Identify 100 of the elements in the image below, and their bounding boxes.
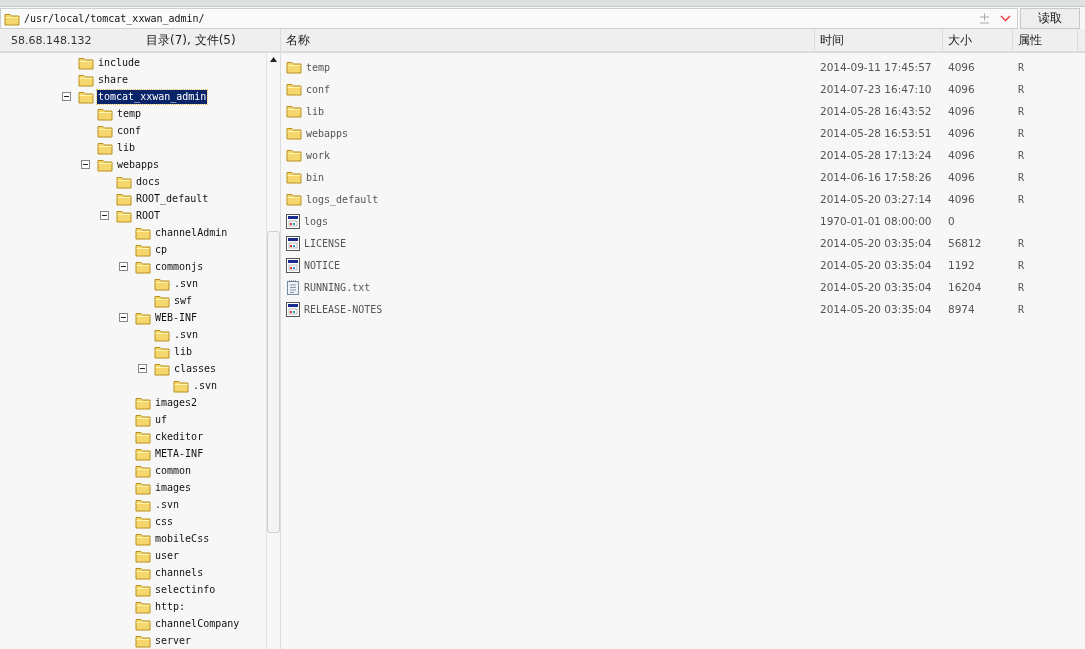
tree-item[interactable]: .svn (154, 497, 181, 512)
folder-icon (97, 157, 113, 172)
file-name[interactable]: temp (306, 61, 331, 73)
collapse-icon[interactable] (119, 313, 128, 322)
tree-item[interactable]: channels (154, 565, 205, 580)
file-size: 16204 (948, 281, 982, 293)
tree-item[interactable]: commonjs (154, 259, 205, 274)
tree-item[interactable]: include (97, 55, 142, 70)
tree-item[interactable]: .svn (173, 276, 200, 291)
file-attribute: R (1018, 83, 1025, 95)
folder-icon (135, 565, 151, 580)
tree-item[interactable]: webapps (116, 157, 161, 172)
file-name[interactable]: work (306, 149, 331, 161)
file-time: 2014-05-28 16:53:51 (820, 127, 932, 139)
tree-item[interactable]: lib (173, 344, 194, 359)
file-size: 1192 (948, 259, 975, 271)
tree-item[interactable]: channelCompany (154, 616, 241, 631)
folder-icon (173, 378, 189, 393)
scrollbar-thumb[interactable] (267, 231, 280, 533)
file-name[interactable]: RELEASE-NOTES (304, 303, 383, 315)
tree-item[interactable]: conf (116, 123, 143, 138)
tree-item[interactable]: images2 (154, 395, 199, 410)
path-field[interactable]: /usr/local/tomcat_xxwan_admin/ (0, 8, 1018, 29)
column-header[interactable]: 属性 (1013, 29, 1078, 51)
file-size: 4096 (948, 83, 975, 95)
read-button[interactable]: 读取 (1020, 8, 1080, 29)
file-attribute: R (1018, 303, 1025, 315)
folder-icon (135, 446, 151, 461)
tree-item[interactable]: user (154, 548, 181, 563)
tree-item[interactable]: docs (135, 174, 162, 189)
tree-item[interactable]: mobileCss (154, 531, 211, 546)
dropdown-caret-icon[interactable] (1000, 15, 1011, 22)
window-file-icon (286, 257, 300, 273)
file-attribute: R (1018, 127, 1025, 139)
folder-icon (135, 514, 151, 529)
file-attribute: R (1018, 193, 1025, 205)
collapse-icon[interactable] (138, 364, 147, 373)
file-attribute: R (1018, 105, 1025, 117)
file-name[interactable]: logs (304, 215, 329, 227)
tree-item[interactable]: uf (154, 412, 169, 427)
tree-item[interactable]: classes (173, 361, 218, 376)
file-attribute: R (1018, 259, 1025, 271)
file-name[interactable]: logs_default (306, 193, 379, 205)
folder-icon (135, 616, 151, 631)
file-attribute: R (1018, 61, 1025, 73)
file-name[interactable]: conf (306, 83, 331, 95)
tree-item[interactable]: swf (173, 293, 194, 308)
folder-icon (135, 480, 151, 495)
column-header[interactable]: 大小 (943, 29, 1013, 51)
file-name[interactable]: bin (306, 171, 325, 183)
tree-item[interactable]: http: (154, 599, 187, 614)
folder-icon (286, 192, 302, 206)
file-name[interactable]: lib (306, 105, 325, 117)
text-file-icon (286, 279, 300, 295)
file-name[interactable]: RUNNING.txt (304, 281, 371, 293)
folder-icon (116, 208, 132, 223)
file-size: 8974 (948, 303, 975, 315)
tree-item[interactable]: .svn (192, 378, 219, 393)
tree-item[interactable]: selectinfo (154, 582, 217, 597)
collapse-icon[interactable] (62, 92, 71, 101)
folder-icon (286, 104, 302, 118)
tree-item[interactable]: cp (154, 242, 169, 257)
tree-item[interactable]: .svn (173, 327, 200, 342)
file-size: 4096 (948, 127, 975, 139)
folder-icon (154, 293, 170, 308)
tree-item[interactable]: WEB-INF (154, 310, 199, 325)
tree-item[interactable]: css (154, 514, 175, 529)
tree-item[interactable]: common (154, 463, 193, 478)
tree-item[interactable]: images (154, 480, 193, 495)
column-header[interactable]: 时间 (815, 29, 943, 51)
collapse-icon[interactable] (119, 262, 128, 271)
file-time: 2014-07-23 16:47:10 (820, 83, 932, 95)
collapse-icon[interactable] (100, 211, 109, 220)
scroll-up-icon[interactable] (270, 57, 277, 62)
scrollbar[interactable] (266, 53, 280, 649)
column-header[interactable]: 名称 (281, 29, 815, 51)
tree-item[interactable]: ROOT (135, 208, 162, 223)
tree-item[interactable]: META-INF (154, 446, 205, 461)
file-name[interactable]: LICENSE (304, 237, 347, 249)
folder-icon (78, 89, 94, 104)
tree-item[interactable]: share (97, 72, 130, 87)
folder-icon (154, 344, 170, 359)
folder-summary: 目录(7), 文件(5) (146, 31, 236, 49)
file-size: 4096 (948, 149, 975, 161)
file-time: 2014-05-28 17:13:24 (820, 149, 932, 161)
folder-icon (286, 82, 302, 96)
folder-icon (154, 327, 170, 342)
tree-item[interactable]: ROOT_default (135, 191, 210, 206)
tree-item[interactable]: server (154, 633, 193, 648)
collapse-icon[interactable] (81, 160, 90, 169)
folder-icon (135, 259, 151, 274)
folder-icon (135, 310, 151, 325)
tree-item[interactable]: temp (116, 106, 143, 121)
folder-icon (154, 276, 170, 291)
file-name[interactable]: webapps (306, 127, 349, 139)
tree-item[interactable]: lib (116, 140, 137, 155)
tree-item[interactable]: tomcat_xxwan_admin (97, 89, 208, 104)
tree-item[interactable]: channelAdmin (154, 225, 229, 240)
file-name[interactable]: NOTICE (304, 259, 341, 271)
tree-item[interactable]: ckeditor (154, 429, 205, 444)
